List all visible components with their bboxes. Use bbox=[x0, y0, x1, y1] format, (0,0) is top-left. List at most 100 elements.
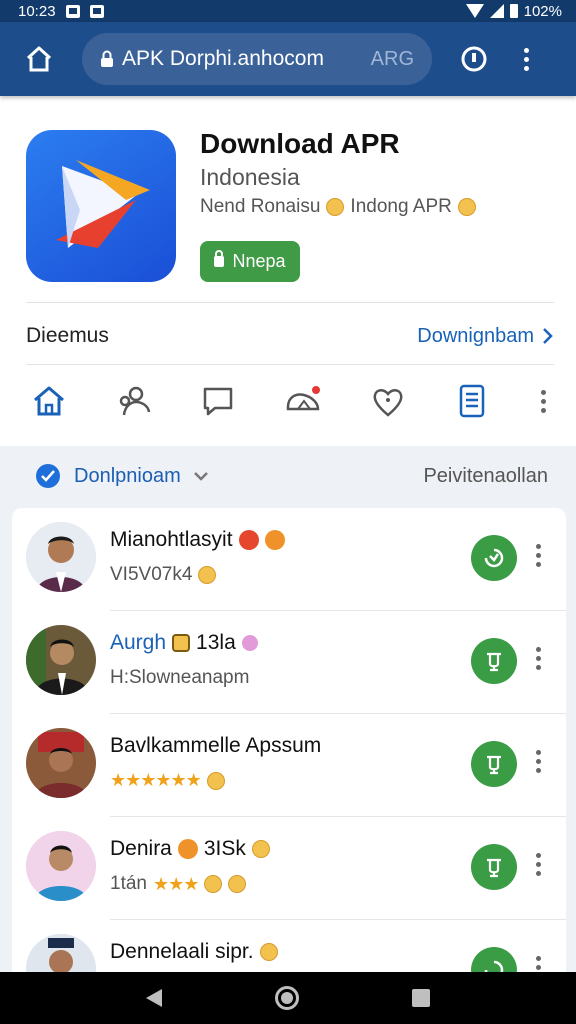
status-left: 10:23 bbox=[18, 3, 104, 20]
item-name-text: Bavlkammelle Apssum bbox=[110, 734, 322, 757]
smile-emoji-icon bbox=[204, 875, 223, 893]
app-title: Download APR bbox=[200, 128, 400, 159]
item-name: Denira 3ISk bbox=[110, 837, 270, 861]
install-button[interactable]: Nnepa bbox=[200, 241, 300, 282]
item-name-text: Aurgh bbox=[110, 631, 167, 654]
lock-icon bbox=[214, 250, 225, 267]
chat-icon bbox=[204, 387, 233, 416]
item-more-button[interactable] bbox=[536, 853, 541, 876]
section-title: Dieemus bbox=[26, 324, 109, 347]
favorites-tab[interactable] bbox=[365, 378, 411, 424]
notifications-tab[interactable] bbox=[280, 378, 326, 424]
browser-toolbar: APK Dorphi.anhocom ARG bbox=[0, 22, 576, 96]
app-subtitle: Indonesia bbox=[200, 164, 300, 190]
avatar bbox=[26, 831, 96, 901]
chat-tab[interactable] bbox=[195, 378, 241, 424]
menu-dot bbox=[523, 65, 529, 71]
status-bar: 10:23 102% bbox=[0, 0, 576, 22]
item-sub-text: 1tán bbox=[110, 873, 147, 894]
category-icon-row bbox=[26, 372, 554, 430]
signal-icon bbox=[489, 4, 504, 18]
system-nav-bar bbox=[0, 972, 576, 1024]
browser-menu-button[interactable] bbox=[516, 39, 536, 79]
url-tail: ARG bbox=[370, 47, 414, 70]
section-link-label: Downignbam bbox=[417, 324, 534, 347]
home-circle-icon[interactable] bbox=[274, 986, 299, 1010]
back-icon[interactable] bbox=[146, 989, 163, 1007]
app-meta: Nend Ronaisu Indong APR bbox=[200, 196, 476, 218]
smile-emoji-icon bbox=[198, 566, 217, 584]
item-extra: 3ISk bbox=[203, 837, 246, 860]
notification-icon bbox=[65, 4, 80, 18]
list-item[interactable]: Bavlkammelle Apssum ★★★★★★ bbox=[12, 714, 566, 817]
lock-icon bbox=[101, 50, 113, 67]
item-sub-text: H:Slowneanapm bbox=[110, 667, 250, 688]
avatar bbox=[26, 728, 96, 798]
address-bar[interactable]: APK Dorphi.anhocom ARG bbox=[82, 33, 432, 85]
chevron-right-icon bbox=[543, 328, 553, 344]
menu-dot bbox=[523, 56, 529, 62]
filter-dropdown-label[interactable]: Donlpnioam bbox=[74, 465, 181, 488]
menu-dot bbox=[523, 47, 529, 53]
more-dot bbox=[536, 750, 541, 755]
filter-row: Donlpnioam Peivitenaollan bbox=[36, 458, 548, 494]
check-icon bbox=[36, 464, 60, 488]
more-dot bbox=[536, 647, 541, 652]
divider bbox=[26, 364, 554, 365]
more-options-button[interactable] bbox=[534, 378, 554, 424]
documents-tab[interactable] bbox=[449, 378, 495, 424]
item-name-text: Mianohtlasyit bbox=[110, 528, 233, 551]
item-name: Bavlkammelle Apssum bbox=[110, 734, 321, 758]
section-header: Dieemus Downignbam bbox=[26, 316, 554, 356]
item-rating: ★★★★★★ bbox=[110, 770, 225, 791]
status-time: 10:23 bbox=[18, 2, 56, 20]
home-tab[interactable] bbox=[26, 378, 72, 424]
reaction-icon bbox=[177, 839, 198, 859]
cup-icon bbox=[487, 652, 501, 672]
item-action-button[interactable] bbox=[471, 844, 517, 890]
user-list: Mianohtlasyit VI5V07k4 Aurgh 13la H:Slow… bbox=[12, 508, 566, 978]
cup-icon bbox=[487, 755, 501, 775]
list-item[interactable]: Aurgh 13la H:Slowneanapm bbox=[12, 611, 566, 714]
item-more-button[interactable] bbox=[536, 647, 541, 670]
shield-icon bbox=[484, 548, 504, 568]
face-emoji-icon bbox=[457, 198, 476, 216]
item-extra: 13la bbox=[196, 631, 236, 654]
url-text: APK Dorphi.anhocom bbox=[122, 47, 324, 70]
list-item[interactable]: Dennelaali sipr. bbox=[12, 920, 566, 978]
star-rating: ★★★★★★ bbox=[110, 770, 202, 790]
app-logo bbox=[26, 130, 176, 282]
check-mark-icon bbox=[41, 470, 55, 482]
item-more-button[interactable] bbox=[536, 544, 541, 567]
app-meta-right: Indong APR bbox=[350, 196, 452, 217]
more-dot bbox=[536, 956, 541, 961]
document-icon bbox=[460, 384, 485, 418]
status-right: 102% bbox=[465, 3, 562, 20]
item-action-button[interactable] bbox=[471, 535, 517, 581]
item-name-text: Dennelaali sipr. bbox=[110, 940, 254, 963]
people-tab[interactable] bbox=[111, 378, 157, 424]
notification-icon bbox=[89, 4, 104, 18]
item-name-text: Denira bbox=[110, 837, 172, 860]
section-link[interactable]: Downignbam bbox=[417, 325, 554, 348]
more-dot bbox=[536, 862, 541, 867]
reaction-icon bbox=[264, 530, 285, 550]
more-dot bbox=[536, 768, 541, 773]
item-action-button[interactable] bbox=[471, 638, 517, 684]
chevron-down-icon[interactable] bbox=[193, 471, 209, 481]
people-icon bbox=[119, 386, 150, 416]
recent-apps-icon[interactable] bbox=[411, 989, 430, 1007]
list-item[interactable]: Mianohtlasyit VI5V07k4 bbox=[12, 508, 566, 611]
more-dot bbox=[536, 665, 541, 670]
more-dot bbox=[536, 759, 541, 764]
list-item[interactable]: Denira 3ISk 1tán ★★★ bbox=[12, 817, 566, 920]
item-action-button[interactable] bbox=[471, 741, 517, 787]
item-more-button[interactable] bbox=[536, 750, 541, 773]
avatar-image bbox=[26, 625, 96, 695]
avatar-image bbox=[26, 728, 96, 798]
tabs-button[interactable] bbox=[454, 39, 494, 79]
avatar bbox=[26, 625, 96, 695]
filter-right-label[interactable]: Peivitenaollan bbox=[423, 465, 548, 488]
home-icon bbox=[34, 386, 64, 416]
home-button[interactable] bbox=[14, 34, 64, 84]
